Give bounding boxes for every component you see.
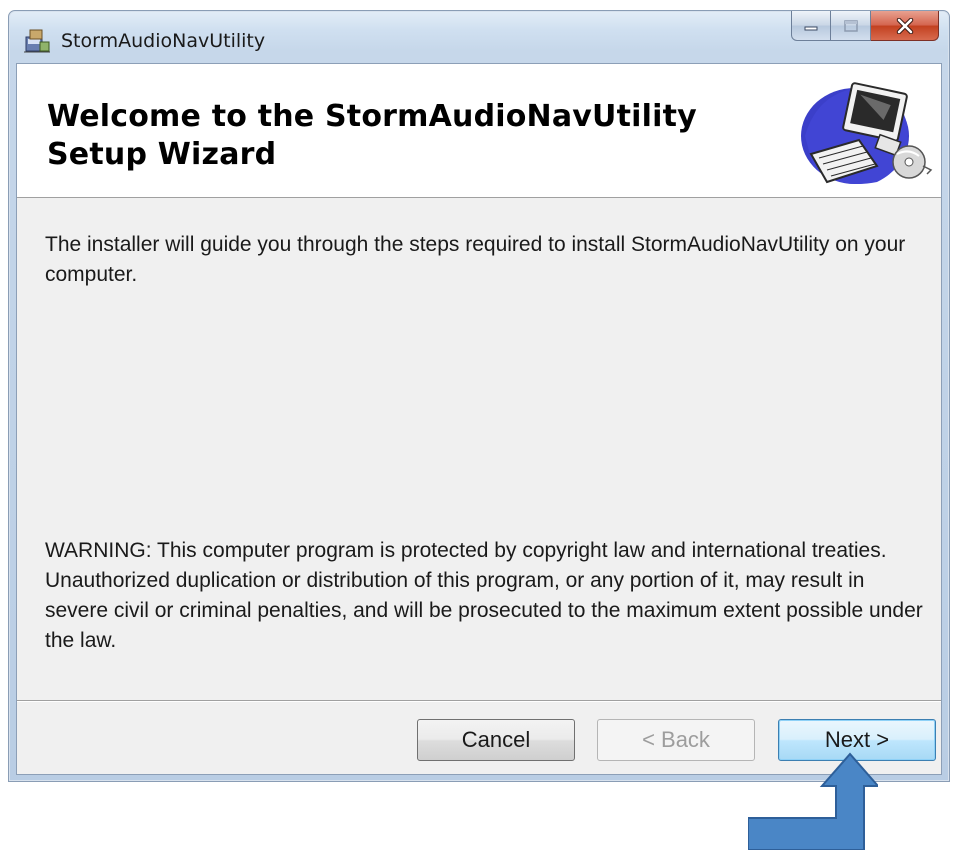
window-title: StormAudioNavUtility [61,30,266,52]
close-button[interactable] [871,11,939,41]
copyright-warning-text: WARNING: This computer program is protec… [45,539,923,652]
wizard-client-area: Welcome to the StormAudioNavUtility Setu… [16,63,942,775]
minimize-icon [804,26,818,30]
caption-buttons [791,11,939,41]
pointer-arrow-icon [748,752,878,850]
next-button-label: Next > [824,727,890,752]
button-area-divider [17,700,941,702]
maximize-icon [843,19,858,32]
setup-wizard-window: StormAudioNavUtility Welcome to the Stor… [8,10,950,782]
wizard-banner: Welcome to the StormAudioNavUtility Setu… [17,64,941,198]
installer-app-icon [24,29,50,53]
back-button: < Back [597,719,755,761]
close-icon [896,17,913,34]
intro-text: The installer will guide you through the… [45,233,906,286]
back-button-label: < Back [642,727,710,752]
cancel-button-label: Cancel [461,727,531,752]
cancel-button[interactable]: Cancel [417,719,575,761]
title-bar[interactable]: StormAudioNavUtility [9,11,949,63]
computer-setup-icon [801,82,933,184]
maximize-button[interactable] [831,11,871,41]
minimize-button[interactable] [791,11,831,41]
banner-title: Welcome to the StormAudioNavUtility Setu… [47,99,697,172]
